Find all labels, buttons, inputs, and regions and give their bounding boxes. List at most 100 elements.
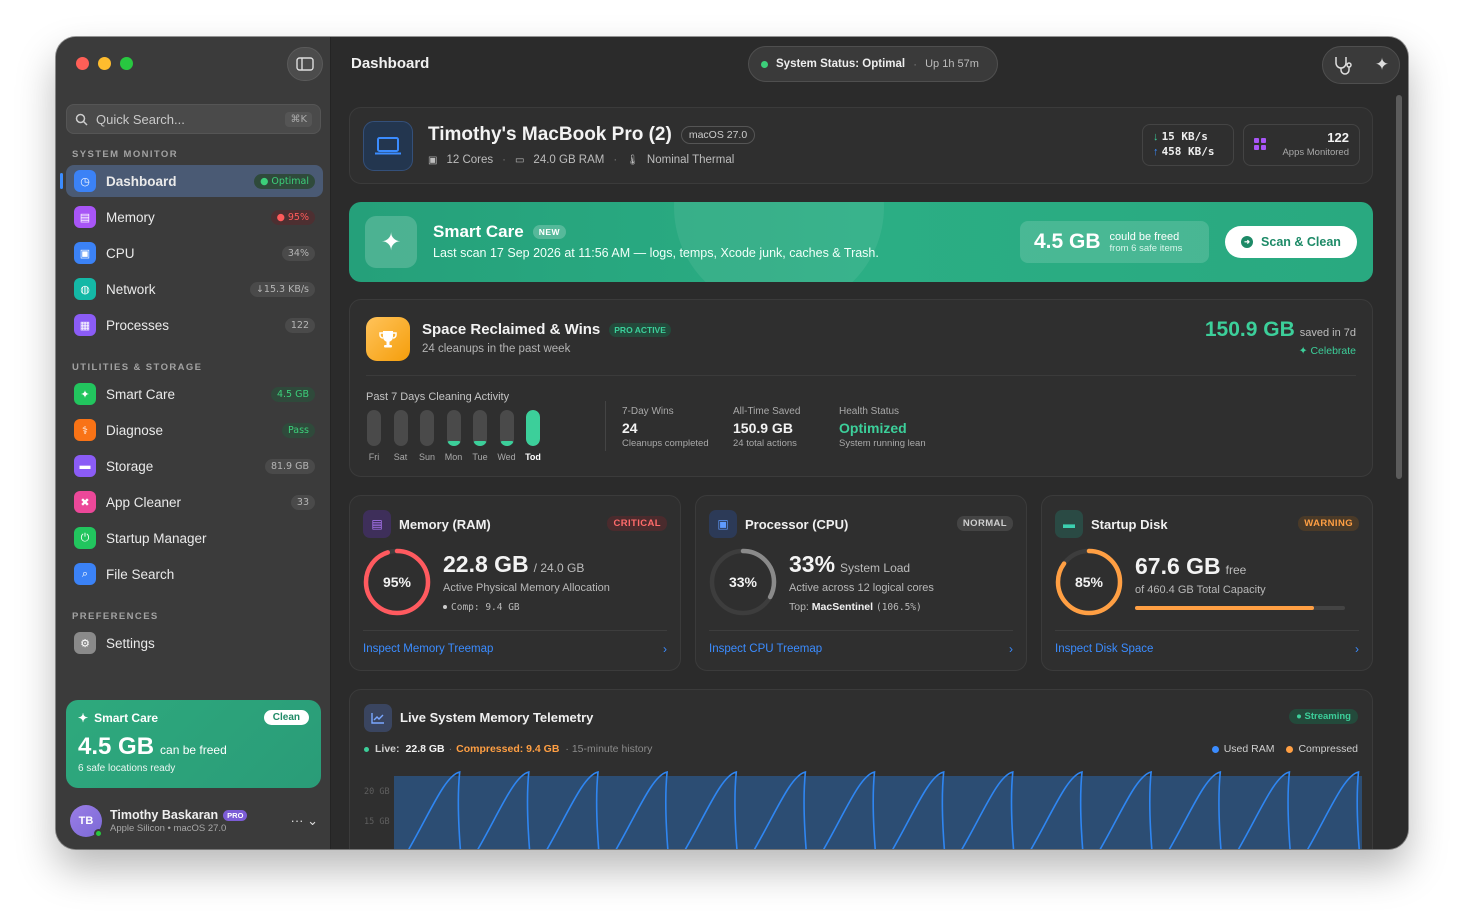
sidebar-item-badge: ● 95% <box>270 209 315 225</box>
disk-usage-fill <box>1135 606 1314 610</box>
smart-care-title: Smart Care <box>433 222 524 241</box>
sidebar-item-storage[interactable]: ▬ Storage 81.9 GB <box>66 450 323 482</box>
freeable-box: 4.5 GB could be freed from 6 safe items <box>1020 221 1209 263</box>
sidebar-item-label: Diagnose <box>106 422 164 438</box>
memory-desc: Active Physical Memory Allocation <box>443 582 610 594</box>
legend-used: Used RAM <box>1223 743 1275 755</box>
sidebar-item-settings[interactable]: ⚙ Settings <box>66 627 323 659</box>
sidebar-item-label: Smart Care <box>106 386 176 402</box>
sparkles-icon[interactable]: ✦ <box>1375 55 1389 75</box>
more-menu-icon[interactable]: ··· ⌄ <box>291 813 319 829</box>
scan-clean-label: Scan & Clean <box>1261 235 1341 249</box>
cpu-status-badge: NORMAL <box>956 516 1013 531</box>
online-indicator <box>94 829 103 838</box>
sidebar-item-label: File Search <box>106 566 175 582</box>
apps-monitored-box: 122 Apps Monitored <box>1243 124 1360 166</box>
search-placeholder: Quick Search... <box>96 111 185 127</box>
sidebar-toggle-button[interactable] <box>287 47 323 81</box>
stethoscope-icon[interactable] <box>1333 55 1355 75</box>
device-name: Timothy's MacBook Pro (2) <box>428 124 672 145</box>
pro-badge: PRO <box>223 809 248 821</box>
legend-used-dot <box>1211 745 1219 753</box>
sidebar-item-label: Dashboard <box>106 173 177 189</box>
activity-column: Mon <box>445 410 462 462</box>
activity-label: Past 7 Days Cleaning Activity <box>366 391 510 403</box>
system-status-pill[interactable]: System Status: Optimal · Up 1h 57m <box>748 46 998 82</box>
sidebar-item-label: Memory <box>106 209 155 225</box>
memory-inspect-link[interactable]: Inspect Memory Treemap › <box>363 642 667 656</box>
cpu-inspect-link[interactable]: Inspect CPU Treemap › <box>709 642 1013 656</box>
search-input[interactable]: Quick Search... ⌘K <box>66 104 321 134</box>
toolbar: Dashboard System Status: Optimal · Up 1h… <box>332 37 1408 93</box>
sidebar-item-startup-manager[interactable]: ⏻ Startup Manager <box>66 522 323 554</box>
speedometer-icon: ◷ <box>74 170 96 192</box>
activity-day-label: Tod <box>525 452 541 462</box>
section-heading-monitor: SYSTEM MONITOR <box>72 149 178 160</box>
activity-column: Tue <box>472 410 488 462</box>
minimize-button[interactable] <box>98 57 111 70</box>
trophy-icon <box>366 317 410 361</box>
win-stat-sub: Cleanups completed <box>622 438 709 449</box>
telemetry-card: Live System Memory Telemetry ● Streaming… <box>349 689 1373 849</box>
thermal-text: Nominal Thermal <box>646 154 735 166</box>
sidebar-smart-care-card[interactable]: ✦ Smart Care Clean 4.5 GB can be freed 6… <box>66 700 321 788</box>
scan-clean-button[interactable]: ➜ Scan & Clean <box>1225 226 1357 258</box>
activity-column: Sun <box>419 410 435 462</box>
new-badge: NEW <box>532 225 567 239</box>
activity-day-label: Sat <box>393 452 408 462</box>
trash-icon: ✖ <box>74 491 96 513</box>
sidebar-item-processes[interactable]: ▦ Processes 122 <box>66 309 323 341</box>
pro-active-badge: PRO ACTIVE <box>609 322 671 337</box>
system-status-text: System Status: Optimal <box>776 58 906 70</box>
search-icon <box>75 113 88 126</box>
main-content: Dashboard System Status: Optimal · Up 1h… <box>332 37 1408 849</box>
disk-value-suffix: free <box>1225 563 1247 577</box>
divider <box>709 630 1013 631</box>
user-profile[interactable]: TB Timothy Baskaran PRO Apple Silicon • … <box>70 805 319 838</box>
wins-subtitle: 24 cleanups in the past week <box>422 343 571 355</box>
telemetry-chart <box>394 770 1362 849</box>
activity-bar <box>473 410 487 446</box>
close-button[interactable] <box>76 57 89 70</box>
sidebar-item-network[interactable]: ◍ Network ↓15.3 KB/s <box>66 273 323 305</box>
memory-value: 22.8 GB <box>443 551 529 577</box>
cpu-value-suffix: System Load <box>840 561 911 575</box>
sidebar-clean-button[interactable]: Clean <box>263 710 309 725</box>
avatar: TB <box>70 805 103 838</box>
sidebar-item-app-cleaner[interactable]: ✖ App Cleaner 33 <box>66 486 323 518</box>
activity-day-label: Wed <box>497 452 516 462</box>
sidebar-item-memory[interactable]: ▤ Memory ● 95% <box>66 201 323 233</box>
celebrate-link[interactable]: ✦ Celebrate <box>1205 345 1356 357</box>
activity-bar <box>446 410 461 446</box>
activity-column: Sat <box>393 410 409 462</box>
disk-inspect-link[interactable]: Inspect Disk Space › <box>1055 642 1359 656</box>
sidebar-item-diagnose[interactable]: ⚕ Diagnose Pass <box>66 414 323 446</box>
apps-grid-icon <box>1254 138 1266 150</box>
memory-total: / 24.0 GB <box>533 561 585 575</box>
scrollbar[interactable] <box>1396 95 1402 479</box>
apps-label: Apps Monitored <box>1282 147 1349 158</box>
sidebar-item-label: CPU <box>106 245 135 261</box>
activity-column: Wed <box>497 410 516 462</box>
network-speed-box: ↓ 15 KB/s ↑ 458 KB/s <box>1142 124 1234 166</box>
memory-status-badge: CRITICAL <box>607 516 667 531</box>
win-stat: Health Status Optimized System running lea… <box>839 406 926 449</box>
win-stat-sub: System running lean <box>839 438 926 449</box>
sidebar-item-badge: ● Optimal <box>254 173 315 189</box>
sidebar-item-cpu[interactable]: ▣ CPU 34% <box>66 237 323 269</box>
cpu-value: 33% <box>789 551 836 577</box>
sidebar-item-dashboard[interactable]: ◷ Dashboard ● Optimal <box>60 165 323 197</box>
activity-day-label: Sun <box>418 452 435 462</box>
legend-comp: Compressed <box>1298 743 1358 755</box>
memory-card: ▤ Memory (RAM) CRITICAL 95% 22.8 GB / 24.0 GB… <box>349 495 681 671</box>
sidebar: Quick Search... ⌘K SYSTEM MONITOR UTILIT… <box>56 37 331 849</box>
disk-usage-bar <box>1135 606 1345 610</box>
live-label: Live: <box>375 743 400 755</box>
sidebar-item-file-search[interactable]: ⌕ File Search <box>66 558 323 590</box>
sidebar-item-smart-care[interactable]: ✦ Smart Care 4.5 GB <box>66 378 323 410</box>
user-name: Timothy Baskaran <box>110 808 219 822</box>
chevron-right-icon: › <box>663 642 667 656</box>
activity-bar <box>499 410 514 446</box>
zoom-button[interactable] <box>120 57 133 70</box>
laptop-icon <box>363 121 413 171</box>
